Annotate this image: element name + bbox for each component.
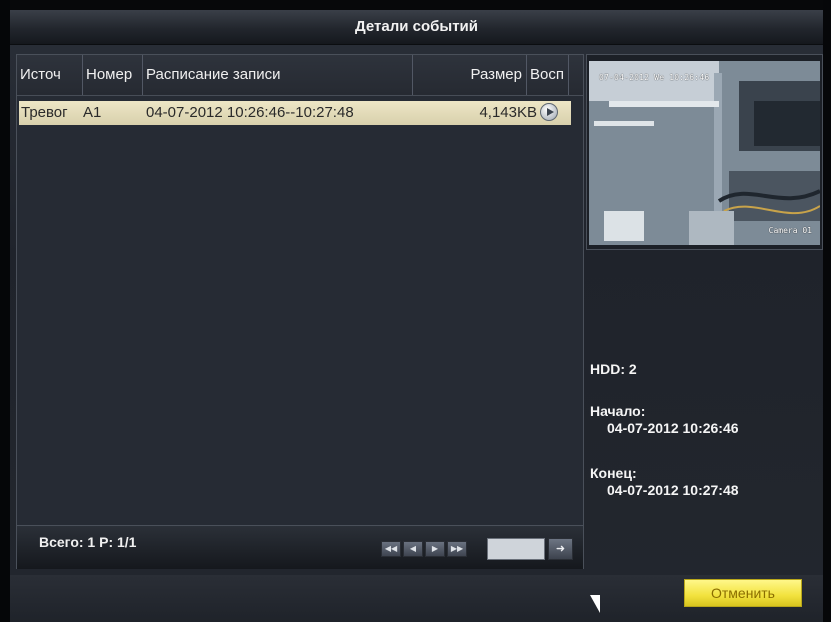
table-row[interactable]: Тревог A1 04-07-2012 10:26:46--10:27:48 … [19, 101, 571, 125]
cell-schedule: 04-07-2012 10:26:46--10:27:48 [146, 104, 354, 121]
total-count: Всего: 1 P: 1/1 [39, 534, 137, 550]
video-preview-frame: 07-04-2012 We 10:26:46 Camera 01 [586, 54, 823, 250]
column-header-number[interactable]: Номер [83, 55, 143, 95]
title-bar: Детали событий [10, 10, 823, 45]
cell-size: 4,143KB [479, 104, 537, 121]
event-list-panel: Источ Номер Расписание записи Размер Вос… [16, 54, 584, 569]
monitor-bezel-right [823, 0, 831, 622]
start-time: 04-07-2012 10:26:46 [607, 420, 739, 436]
dialog-window: Детали событий Источ Номер Расписание за… [10, 10, 823, 622]
next-page-icon[interactable]: ▶ [425, 541, 445, 557]
preview-camera-label: Camera 01 [768, 226, 812, 235]
mouse-pointer-icon [590, 595, 600, 613]
first-page-icon[interactable]: ◀◀ [381, 541, 401, 557]
preview-timestamp: 07-04-2012 We 10:26:46 [599, 73, 710, 82]
cell-source: Тревог [21, 104, 68, 121]
hdd-label: HDD: 2 [590, 361, 637, 377]
last-page-icon[interactable]: ▶▶ [447, 541, 467, 557]
column-header-schedule[interactable]: Расписание записи [143, 55, 413, 95]
prev-page-icon[interactable]: ◀ [403, 541, 423, 557]
pagination-bar: Всего: 1 P: 1/1 ◀◀ ◀ ▶ ▶▶ ➜ [17, 525, 583, 569]
cell-number: A1 [83, 104, 102, 121]
end-time: 04-07-2012 10:27:48 [607, 482, 739, 498]
column-header-source[interactable]: Источ [17, 55, 83, 95]
end-label: Конец: [590, 465, 637, 481]
start-label: Начало: [590, 403, 646, 419]
table-header: Источ Номер Расписание записи Размер Вос… [17, 55, 583, 96]
go-arrow-icon[interactable]: ➜ [548, 538, 573, 560]
play-icon[interactable] [540, 103, 558, 121]
dialog-title: Детали событий [355, 18, 478, 35]
column-header-size[interactable]: Размер [413, 55, 527, 95]
page-number-input[interactable] [487, 538, 545, 560]
preview-scene [589, 61, 820, 245]
monitor-bezel-left [0, 0, 10, 622]
column-header-play[interactable]: Восп [527, 55, 569, 95]
cancel-button[interactable]: Отменить [684, 579, 802, 607]
monitor-bezel-top [0, 0, 831, 10]
camera-preview: 07-04-2012 We 10:26:46 Camera 01 [589, 61, 820, 245]
